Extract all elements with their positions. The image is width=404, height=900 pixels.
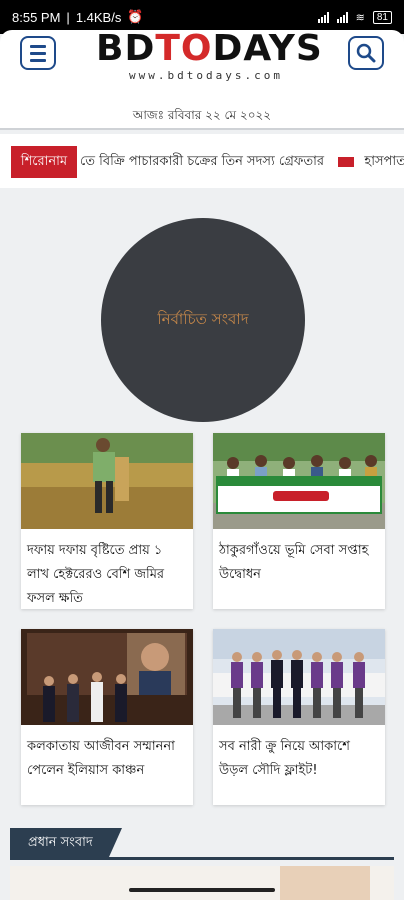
app-header: BDTODAYS www.bdtodays.com xyxy=(0,30,404,100)
date-display: আজঃ রবিবার ২২ মে ২০২২ xyxy=(0,100,404,130)
featured-label: নির্বাচিত সংবাদ xyxy=(157,309,249,328)
ticker-headlines[interactable]: তে বিক্রি পাচারকারী চক্রের তিন সদস্য গ্র… xyxy=(80,146,404,178)
ticker-headline[interactable]: হাসপাত xyxy=(364,154,404,169)
logo-wordmark: BDTODAYS xyxy=(96,28,322,69)
logo-part-days: DAYS xyxy=(212,28,323,69)
site-logo[interactable]: BDTODAYS www.bdtodays.com xyxy=(96,28,322,84)
status-divider: | xyxy=(66,9,70,25)
logo-part-o: O xyxy=(180,28,213,69)
wifi-icon: ≋ xyxy=(355,11,365,24)
section-divider xyxy=(10,857,394,860)
status-time: 8:55 PM xyxy=(12,9,61,25)
news-card-title[interactable]: ঠাকুরগাঁওয়ে ভূমি সেবা সপ্তাহ উদ্বোধন xyxy=(213,529,385,609)
news-card-title[interactable]: দফায় দফায় বৃষ্টিতে প্রায় ১ লাখ হেক্টর… xyxy=(21,529,193,609)
main-news-preview[interactable] xyxy=(10,866,394,900)
news-card-title[interactable]: কলকাতায় আজীবন সম্মাননা পেলেন ইলিয়াস কা… xyxy=(21,725,193,805)
ticker-separator-icon xyxy=(338,156,355,167)
news-card[interactable]: ঠাকুরগাঁওয়ে ভূমি সেবা সপ্তাহ উদ্বোধন xyxy=(213,433,385,609)
featured-news-button[interactable]: নির্বাচিত সংবাদ xyxy=(101,218,305,422)
search-button[interactable] xyxy=(348,36,384,70)
news-card[interactable]: সব নারী ক্রু নিয়ে আকাশে উড়ল সৌদি ফ্লাই… xyxy=(213,629,385,805)
news-ticker[interactable]: শিরোনাম তে বিক্রি পাচারকারী চক্রের তিন স… xyxy=(0,134,404,188)
signal-icon xyxy=(317,11,329,23)
news-card[interactable]: দফায় দফায় বৃষ্টিতে প্রায় ১ লাখ হেক্টর… xyxy=(21,433,193,609)
search-icon xyxy=(356,43,376,63)
signal-icon-2 xyxy=(336,11,348,23)
ticker-badge: শিরোনাম xyxy=(11,146,77,178)
alarm-off-icon: ⏰ xyxy=(127,9,144,24)
news-thumbnail xyxy=(21,629,193,725)
news-thumbnail xyxy=(21,433,193,529)
menu-button[interactable] xyxy=(20,36,56,70)
status-speed: 1.4KB/s xyxy=(75,9,122,25)
news-thumbnail xyxy=(213,433,385,529)
news-card[interactable]: কলকাতায় আজীবন সম্মাননা পেলেন ইলিয়াস কা… xyxy=(21,629,193,805)
ticker-headline[interactable]: তে বিক্রি পাচারকারী চক্রের তিন সদস্য গ্র… xyxy=(80,154,324,169)
news-thumbnail xyxy=(213,629,385,725)
hamburger-icon xyxy=(30,44,46,62)
news-card-title[interactable]: সব নারী ক্রু নিয়ে আকাশে উড়ল সৌদি ফ্লাই… xyxy=(213,725,385,805)
logo-part-t: T xyxy=(155,28,181,69)
logo-part-bd: BD xyxy=(96,28,156,69)
logo-url: www.bdtodays.com xyxy=(129,69,283,82)
section-header-main-news: প্রধান সংবাদ xyxy=(10,826,394,860)
battery-icon: 81 xyxy=(372,10,392,24)
home-indicator[interactable] xyxy=(129,888,275,892)
section-title[interactable]: প্রধান সংবাদ xyxy=(10,828,122,858)
